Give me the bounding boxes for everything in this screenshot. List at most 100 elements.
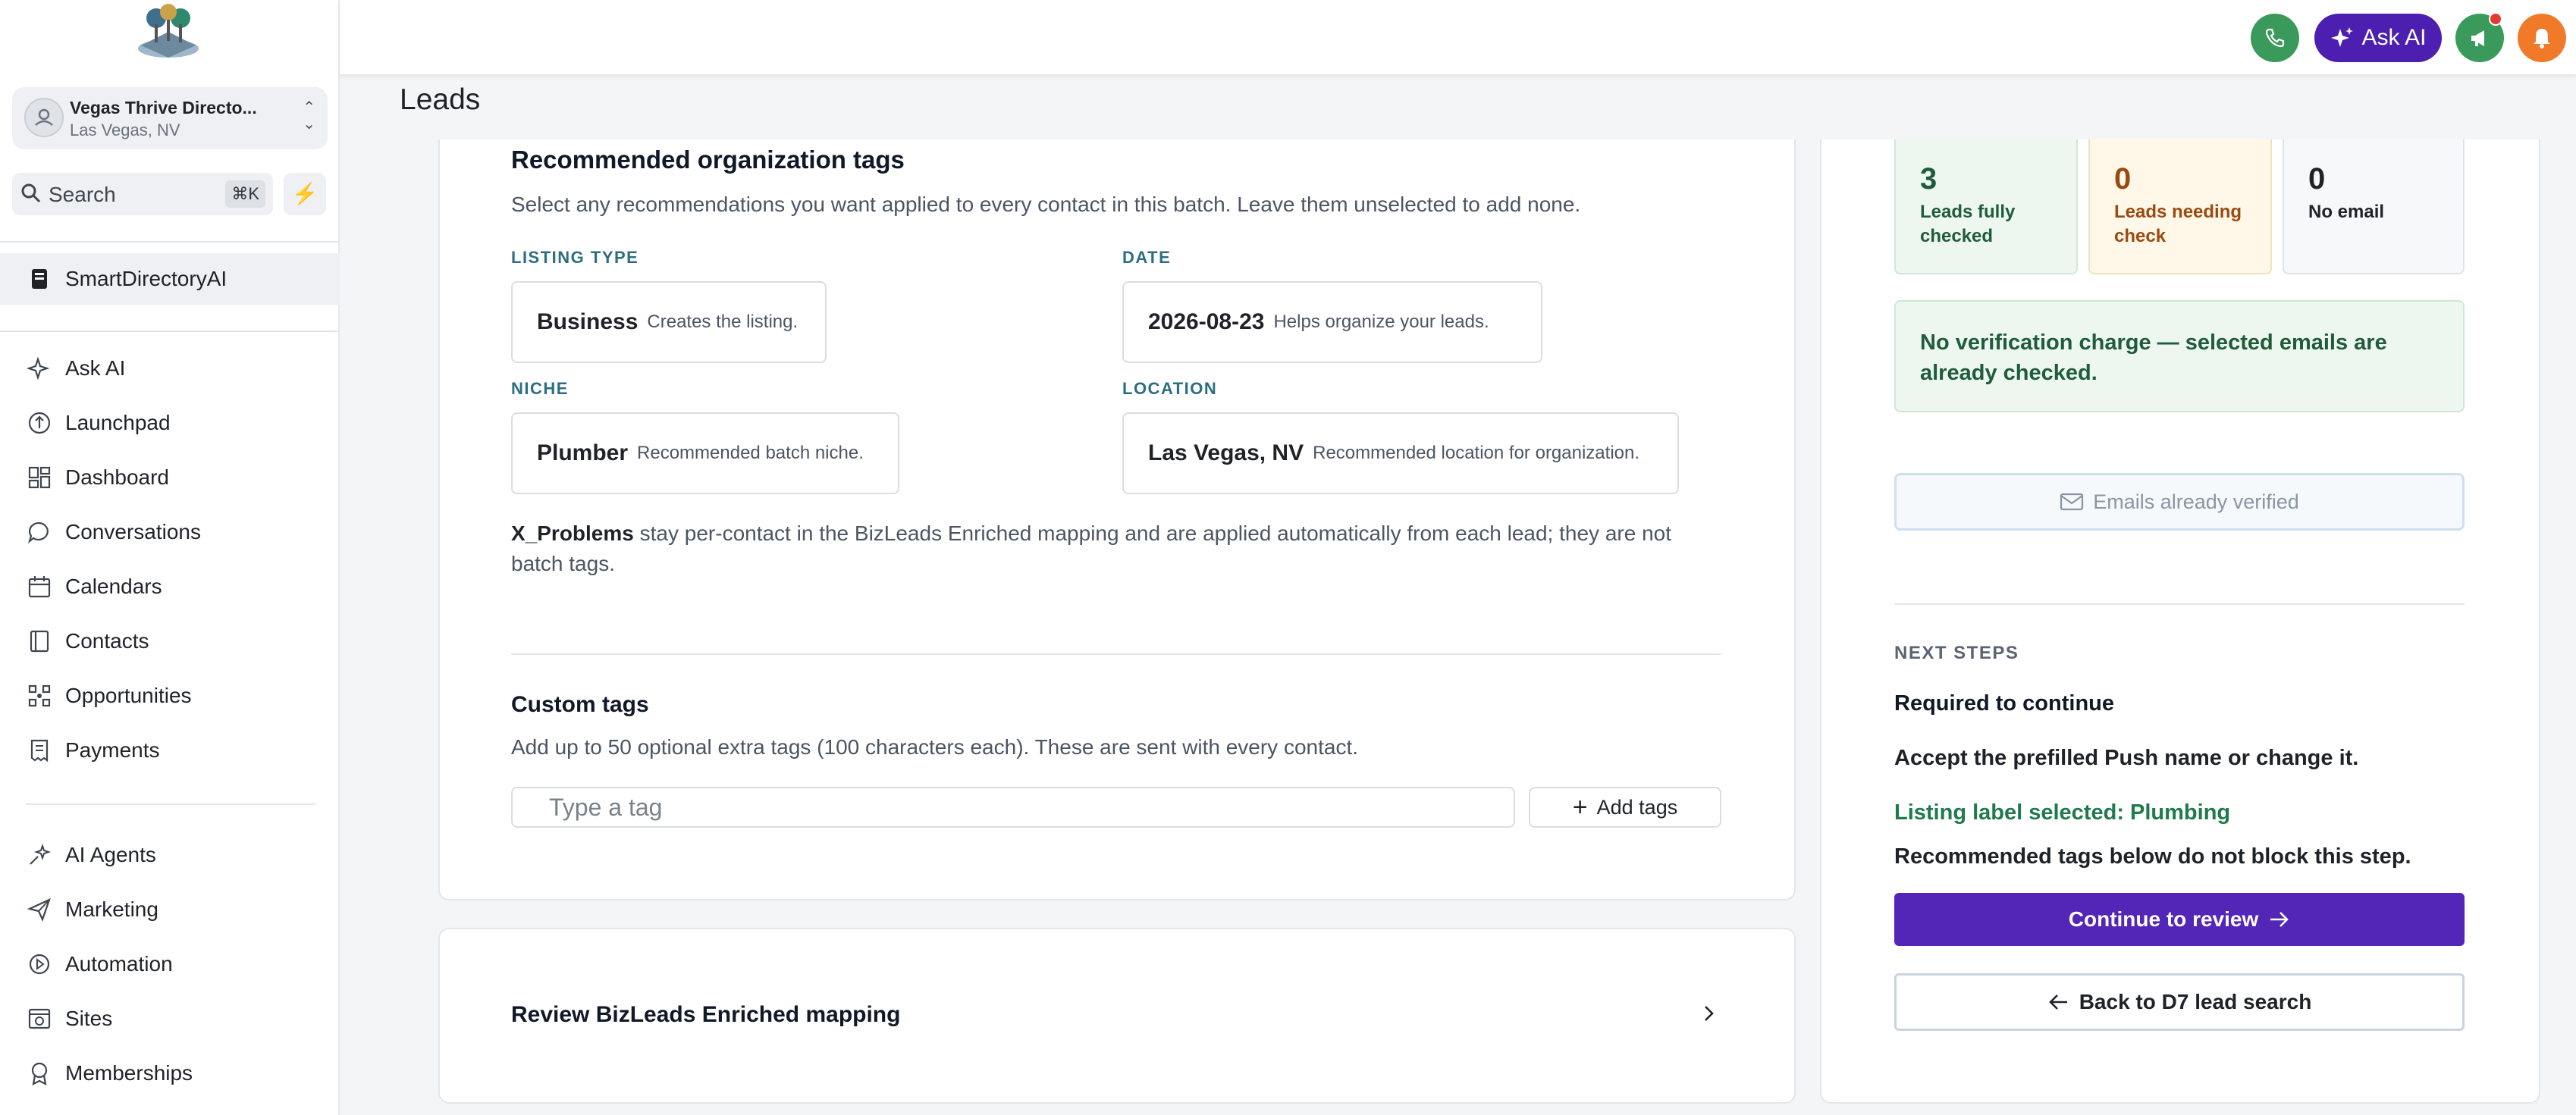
stat-label: Leads fully checked [1920,202,2016,246]
sidebar-item-label: Calendars [65,575,162,598]
sidebar-item-sites[interactable]: Sites [26,1001,112,1037]
recommended-tags-title: Recommended organization tags [511,146,905,174]
x-problems-line1: stay per-contact in the BizLeads Enriche… [633,521,1671,545]
opportunities-icon [26,682,53,709]
add-tags-button[interactable]: + Add tags [1529,787,1721,828]
search-button[interactable]: Search ⌘K [12,173,273,215]
notifications-button[interactable] [2518,14,2566,62]
listing-type-tag[interactable]: Business Creates the listing. [511,281,827,363]
sidebar-item-label: Opportunities [65,684,192,707]
location-description: Recommended location for organization. [1313,443,1640,463]
paper-plane-icon [26,896,53,923]
stat-value: 0 [2114,162,2132,196]
receipt-icon [26,737,53,764]
quick-action-button[interactable]: ⚡ [284,173,326,215]
next-steps-label: NEXT STEPS [1894,643,2019,663]
tag-input[interactable] [511,787,1515,828]
account-location: Las Vegas, NV [70,121,180,139]
phone-button[interactable] [2251,14,2299,62]
sidebar-item-label: Marketing [65,897,158,921]
emails-verified-label: Emails already verified [2093,490,2299,513]
sidebar-item-ai-agents[interactable]: AI Agents [26,837,156,873]
dashboard-grid-icon [26,464,53,491]
divider [511,653,1721,655]
notification-dot [2489,12,2502,26]
sidebar-item-dashboard[interactable]: Dashboard [26,459,169,496]
back-to-lead-search-button[interactable]: Back to D7 lead search [1894,973,2465,1031]
recommended-tags-description: Select any recommendations you want appl… [511,193,1581,216]
avatar [24,98,64,137]
x-problems-note: X_Problems stay per-contact in the BizLe… [511,521,1671,546]
divider [0,241,340,243]
chevron-updown-icon: ⌃ ⌄ [303,99,315,133]
account-switcher[interactable]: Vegas Thrive Directo... Las Vegas, NV ⌃ ⌄ [12,87,328,149]
divider [0,330,340,332]
sidebar-item-contacts[interactable]: Contacts [26,623,149,659]
sparkle-icon [2331,27,2354,47]
ask-ai-button[interactable]: Ask AI [2314,14,2442,62]
x-problems-line2: batch tags. [511,552,615,575]
sidebar-item-ask-ai[interactable]: Ask AI [26,350,125,387]
custom-tags-description: Add up to 50 optional extra tags (100 ch… [511,735,1359,759]
stat-fully-checked: 3 Leads fully checked [1894,139,2078,274]
arrow-left-icon [2048,994,2067,1010]
ai-agents-icon [26,841,53,869]
location-tag[interactable]: Las Vegas, NV Recommended location for o… [1122,412,1679,494]
sidebar-item-memberships[interactable]: Memberships [26,1055,193,1092]
continue-to-review-button[interactable]: Continue to review [1894,893,2465,946]
divider [1894,603,2465,605]
date-description: Helps organize your leads. [1273,312,1489,332]
sidebar-item-opportunities[interactable]: Opportunities [26,678,192,714]
custom-tags-title: Custom tags [511,692,649,717]
sidebar-item-label: AI Agents [65,843,156,866]
sidebar-item-label: Payments [65,738,160,762]
sidebar-item-calendars[interactable]: Calendars [26,568,162,605]
stat-label: No email [2308,202,2385,222]
sidebar-item-marketing[interactable]: Marketing [26,891,158,928]
x-problems-term: X_Problems [511,521,634,545]
contacts-book-icon [26,628,53,655]
sidebar-item-payments[interactable]: Payments [26,732,160,769]
app-logo[interactable] [133,2,203,62]
sidebar-item-label: Conversations [65,520,201,543]
sidebar-item-conversations[interactable]: Conversations [26,514,201,550]
megaphone-icon [2471,30,2484,46]
location-label: LOCATION [1122,379,1218,398]
search-icon [21,183,41,203]
calendar-icon [26,573,53,600]
sidebar-item-launchpad[interactable]: Launchpad [26,405,171,441]
badge-icon [26,1060,53,1087]
top-bar [340,0,2576,76]
accept-push-name-step: Accept the prefilled Push name or change… [1894,746,2359,770]
niche-label: NICHE [511,379,569,398]
book-icon [26,265,53,293]
lightning-icon: ⚡ [291,182,318,205]
emails-verified-button: Emails already verified [1894,473,2465,531]
account-name: Vegas Thrive Directo... [70,98,257,117]
verification-notice: No verification charge — selected emails… [1894,300,2465,412]
sparkle-icon [26,355,53,382]
mapping-title: Review BizLeads Enriched mapping [511,1002,901,1027]
continue-label: Continue to review [2068,907,2259,931]
page-title: Leads [400,83,481,116]
search-shortcut: ⌘K [225,180,265,208]
stat-value: 3 [1920,162,1937,196]
phone-icon [2265,28,2285,48]
niche-value: Plumber [537,440,629,465]
sidebar-item-label: Contacts [65,629,149,653]
sidebar-item-automation[interactable]: Automation [26,946,173,982]
sidebar-item-label: Automation [65,952,173,976]
arrow-right-icon [2270,912,2289,927]
bell-icon [2534,29,2550,49]
date-tag[interactable]: 2026-08-23 Helps organize your leads. [1122,281,1542,363]
divider [26,803,315,805]
location-value: Las Vegas, NV [1148,440,1304,465]
add-tags-label: Add tags [1596,795,1678,819]
chevron-right-icon[interactable] [1699,1004,1718,1023]
niche-tag[interactable]: Plumber Recommended batch niche. [511,412,899,494]
sidebar: Vegas Thrive Directo... Las Vegas, NV ⌃ ⌄… [0,0,340,1115]
chat-bubble-icon [26,518,53,546]
sidebar-item-smartdirectoryai[interactable]: SmartDirectoryAI [0,253,340,305]
verification-panel [1820,139,2540,1104]
sidebar-item-label: Sites [65,1007,113,1030]
